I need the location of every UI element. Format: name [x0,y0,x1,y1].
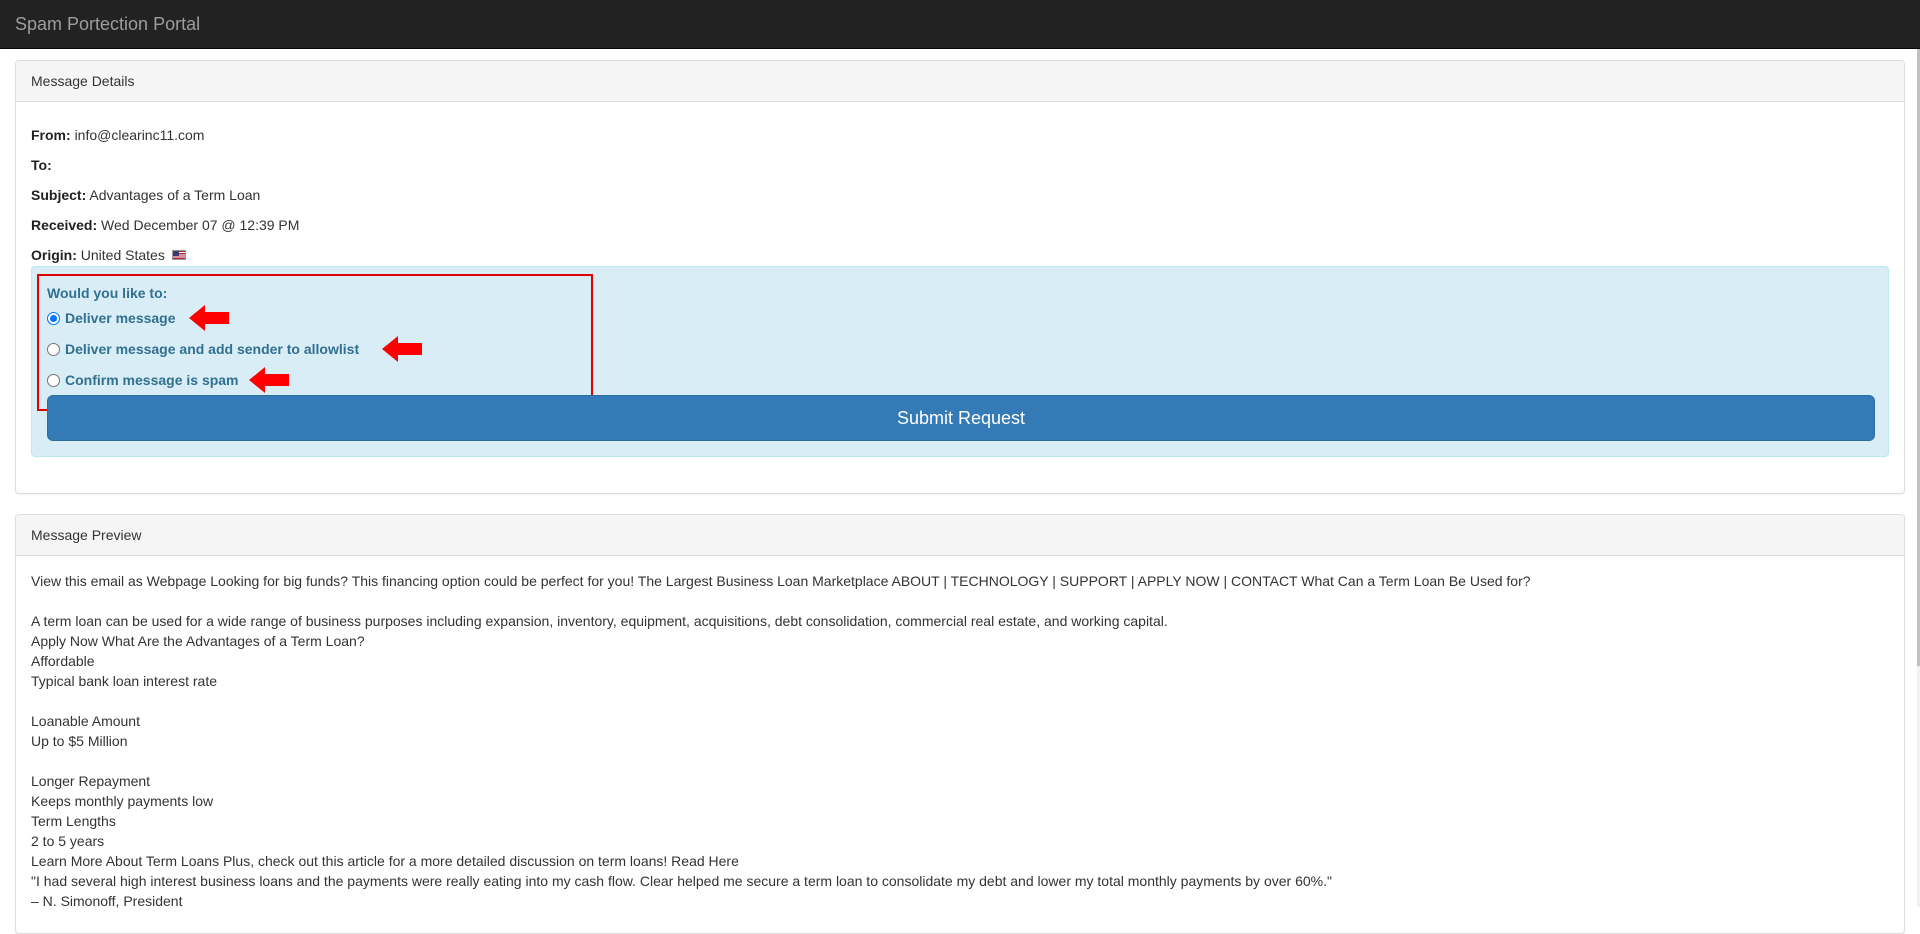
received-row: Received: Wed December 07 @ 12:39 PM [31,215,299,235]
preview-line: View this email as Webpage Looking for b… [31,573,1531,589]
origin-value: United States [80,247,165,263]
radio-deliver-and-allowlist[interactable] [47,342,60,356]
preview-line: "I had several high interest business lo… [31,873,1332,889]
preview-line: Term Lengths [31,813,116,829]
received-label: Received: [31,217,98,233]
option-confirm-spam-label[interactable]: Confirm message is spam [65,372,239,388]
option-deliver-and-allowlist-label[interactable]: Deliver message and add sender to allowl… [65,341,359,357]
radio-confirm-spam[interactable] [47,373,60,387]
option-deliver-message[interactable]: Deliver message [47,308,176,328]
received-value: Wed December 07 @ 12:39 PM [101,217,300,233]
message-preview-body: View this email as Webpage Looking for b… [31,571,1891,911]
from-value: info@clearinc11.com [74,127,205,143]
submit-request-button[interactable]: Submit Request [47,395,1875,441]
preview-line: Keeps monthly payments low [31,793,214,809]
red-arrow-icon [249,367,289,393]
subject-row: Subject: Advantages of a Term Loan [31,185,260,205]
us-flag-icon [171,250,186,261]
from-row: From: info@clearinc11.com [31,125,204,145]
option-confirm-spam[interactable]: Confirm message is spam [47,370,239,390]
subject-label: Subject: [31,187,87,203]
preview-line: Longer Repayment [31,773,151,789]
to-row: To: [31,155,52,175]
radio-deliver-message[interactable] [47,311,60,325]
message-preview-heading: Message Preview [16,515,1904,556]
preview-line: A term loan can be used for a wide range… [31,613,1168,629]
preview-line: Apply Now What Are the Advantages of a T… [31,633,365,649]
message-details-panel: Message Details From: info@clearinc11.co… [15,60,1905,494]
red-arrow-icon [189,305,229,331]
option-deliver-message-label[interactable]: Deliver message [65,310,176,326]
message-preview-panel: Message Preview View this email as Webpa… [15,514,1905,934]
preview-line: Up to $5 Million [31,733,128,749]
message-details-heading: Message Details [16,61,1904,102]
option-deliver-and-allowlist[interactable]: Deliver message and add sender to allowl… [47,339,359,359]
navbar: Spam Portection Portal [0,0,1920,49]
preview-line: 2 to 5 years [31,833,105,849]
preview-line: Typical bank loan interest rate [31,673,217,689]
preview-line: Learn More About Term Loans Plus, check … [31,853,739,869]
origin-row: Origin: United States [31,245,186,265]
origin-label: Origin: [31,247,77,263]
app-title[interactable]: Spam Portection Portal [15,14,200,34]
subject-value: Advantages of a Term Loan [89,187,261,203]
to-label: To: [31,157,52,173]
red-arrow-icon [382,336,422,362]
action-question: Would you like to: [47,285,168,301]
preview-line: – N. Simonoff, President [31,893,183,909]
preview-line: Loanable Amount [31,713,140,729]
preview-line: Affordable [31,653,95,669]
from-label: From: [31,127,71,143]
